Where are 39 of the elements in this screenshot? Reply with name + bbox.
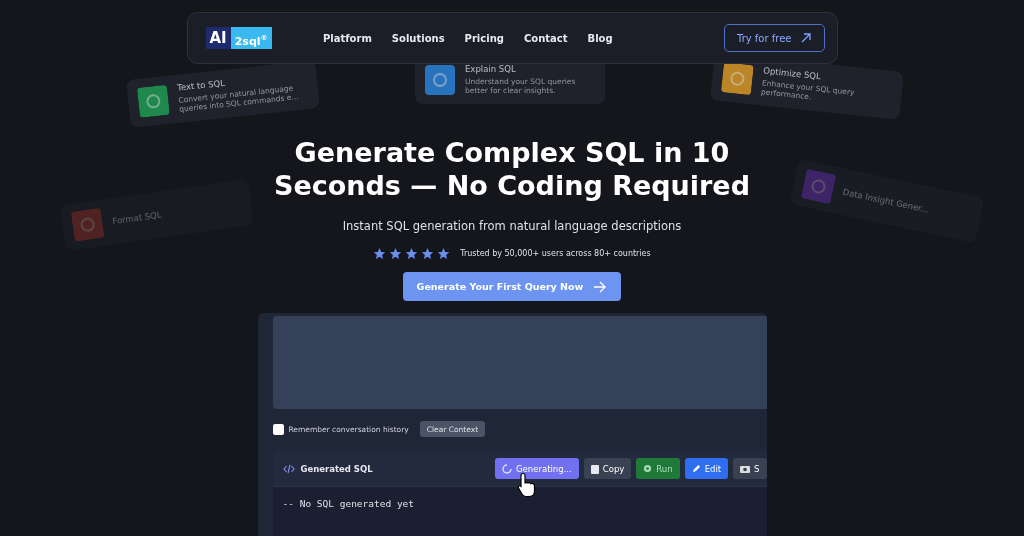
clipboard-icon xyxy=(590,463,599,474)
nav-link[interactable]: Solutions xyxy=(391,32,445,44)
trust-text: Trusted by 50,000+ users across 80+ countries xyxy=(460,249,651,258)
nav-link[interactable]: Blog xyxy=(587,32,613,44)
nav-link[interactable]: Pricing xyxy=(464,32,504,44)
arrow-icon xyxy=(799,32,812,44)
nav-link[interactable]: Platform xyxy=(322,32,372,44)
feature-title: Data Insight Gener... xyxy=(841,186,930,215)
arrow-icon xyxy=(593,280,608,293)
star-icon xyxy=(421,247,435,260)
try-free-button[interactable]: Try for free xyxy=(724,24,825,52)
copy-button[interactable]: Copy xyxy=(583,458,632,479)
feature-icon xyxy=(70,207,105,242)
feature-icon xyxy=(136,84,170,118)
gear-icon xyxy=(643,464,653,473)
remember-checkbox[interactable] xyxy=(272,423,284,435)
nav-link[interactable]: Contact xyxy=(523,32,568,44)
query-input-field[interactable] xyxy=(272,316,767,409)
star-icon xyxy=(437,247,451,260)
sql-output: -- No SQL generated yet xyxy=(272,487,767,536)
feature-title: Format SQL xyxy=(111,209,163,227)
feature-title: Text to SQL xyxy=(176,76,227,93)
star-icon xyxy=(389,247,403,260)
star-icon xyxy=(405,247,419,260)
camera-button[interactable]: S xyxy=(733,458,767,479)
spinner-icon xyxy=(502,463,512,474)
hero-subtitle: Instant SQL generation from natural language descriptions xyxy=(342,219,682,233)
star-icon xyxy=(373,247,387,260)
camera-icon xyxy=(740,464,751,473)
feature-title: Explain SQL xyxy=(465,64,517,74)
code-icon xyxy=(282,463,295,474)
output-title: Generated SQL xyxy=(300,463,373,474)
pencil-icon xyxy=(691,464,701,473)
hero-title: Generate Complex SQL in 10 Seconds — No Coding Required xyxy=(273,136,750,202)
feature-icon xyxy=(425,64,455,95)
feature-icon xyxy=(720,62,754,96)
edit-button[interactable]: Edit xyxy=(684,458,729,479)
run-button[interactable]: Run xyxy=(636,458,680,479)
generating-button[interactable]: Generating... xyxy=(495,458,579,479)
